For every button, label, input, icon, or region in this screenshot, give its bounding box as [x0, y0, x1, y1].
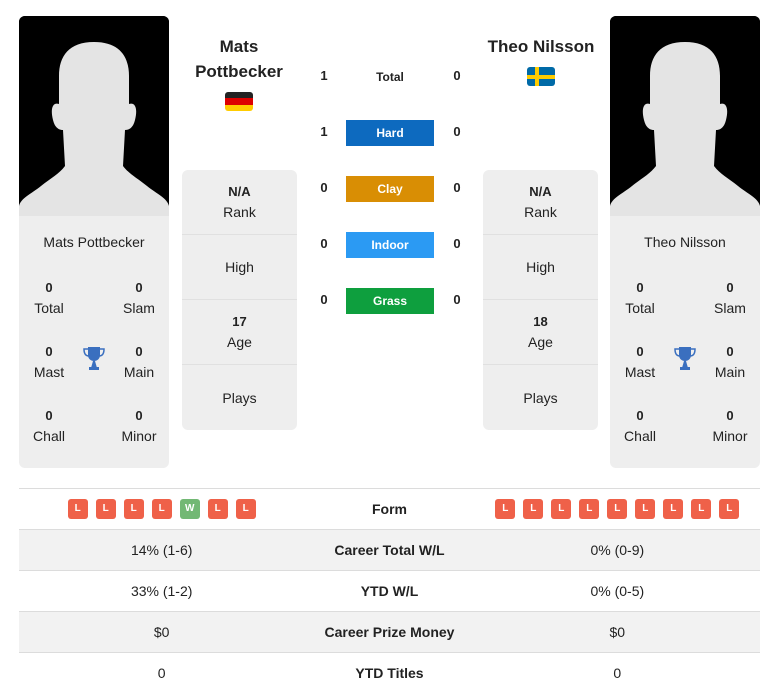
trophy-icon	[674, 347, 696, 370]
player2-age: 18 Age	[483, 300, 598, 365]
form-loss-badge[interactable]: L	[123, 499, 144, 519]
comparison-table: LLLLWLL Form LLLLLLLLL 14% (1-6) Career …	[19, 488, 760, 694]
form-loss-badge[interactable]: L	[719, 499, 740, 519]
ytd-titles-label: YTD Titles	[304, 652, 475, 694]
silhouette-icon	[610, 16, 760, 216]
player2-info: N/A Rank High 18 Age Plays	[483, 170, 598, 430]
player2-rank: N/A Rank	[483, 170, 598, 235]
player2-card-name: Theo Nilsson	[644, 234, 726, 250]
form-row: LLLLWLL Form LLLLLLLLL	[19, 488, 760, 530]
player2-photo	[610, 16, 760, 216]
form-loss-badge[interactable]: L	[551, 499, 572, 519]
ytd-titles-row: 0 YTD Titles 0	[19, 652, 760, 694]
form-loss-badge[interactable]: L	[523, 499, 544, 519]
h2h-left-total: 1	[320, 68, 328, 83]
form-win-badge[interactable]: W	[179, 499, 200, 519]
h2h-right-total: 0	[453, 68, 461, 83]
h2h-left-indoor: 0	[320, 236, 328, 251]
ytd-wl-label: YTD W/L	[304, 570, 475, 612]
form-loss-badge[interactable]: L	[607, 499, 628, 519]
player1-card-name: Mats Pottbecker	[43, 234, 145, 250]
surface-grass: Grass	[346, 288, 434, 314]
player2-form: LLLLLLLLL	[475, 499, 760, 519]
silhouette-icon	[19, 16, 169, 216]
player2-name[interactable]: Theo Nilsson	[466, 34, 616, 59]
form-loss-badge[interactable]: L	[691, 499, 712, 519]
h2h-right-clay: 0	[453, 180, 461, 195]
player2-chall-titles: 0 Chall	[624, 408, 656, 444]
h2h-right-grass: 0	[453, 292, 461, 307]
player2-career-wl: 0% (0-9)	[474, 529, 760, 571]
player2-slam-titles: 0 Slam	[714, 280, 746, 316]
prize-row: $0 Career Prize Money $0	[19, 611, 760, 653]
player1-career-wl: 14% (1-6)	[19, 529, 305, 571]
player2-ytd-wl: 0% (0-5)	[474, 570, 760, 612]
form-loss-badge[interactable]: L	[151, 499, 172, 519]
player1-main-titles: 0 Main	[123, 344, 155, 380]
h2h-right-hard: 0	[453, 124, 461, 139]
form-loss-badge[interactable]: L	[67, 499, 88, 519]
player1-mast-titles: 0 Mast	[33, 344, 65, 380]
surface-total: Total	[376, 70, 404, 84]
player2-plays: Plays	[523, 389, 558, 406]
player2-ytd-titles: 0	[474, 652, 760, 694]
player2-prize: $0	[474, 611, 760, 653]
player1-info: N/A Rank High 17 Age Plays	[182, 170, 297, 430]
form-loss-badge[interactable]: L	[235, 499, 256, 519]
form-loss-badge[interactable]: L	[95, 499, 116, 519]
player2-main-titles: 0 Main	[714, 344, 746, 380]
player2-minor-titles: 0 Minor	[712, 408, 748, 444]
form-loss-badge[interactable]: L	[207, 499, 228, 519]
form-loss-badge[interactable]: L	[635, 499, 656, 519]
player1-prize: $0	[19, 611, 305, 653]
player2-mast-titles: 0 Mast	[624, 344, 656, 380]
h2h-left-clay: 0	[320, 180, 328, 195]
form-label: Form	[304, 488, 475, 530]
player1-photo	[19, 16, 169, 216]
career-wl-label: Career Total W/L	[304, 529, 475, 571]
surface-hard: Hard	[346, 120, 434, 146]
form-loss-badge[interactable]: L	[495, 499, 516, 519]
surface-clay: Clay	[346, 176, 434, 202]
player1-ytd-titles: 0	[19, 652, 305, 694]
player1-minor-titles: 0 Minor	[121, 408, 157, 444]
germany-flag-icon	[225, 92, 253, 111]
player1-rank: N/A Rank	[182, 170, 297, 235]
sweden-flag-icon	[527, 67, 555, 86]
player1-chall-titles: 0 Chall	[33, 408, 65, 444]
player1-plays: Plays	[222, 389, 257, 406]
player1-card: Mats Pottbecker 0 Total 0 Slam 0 Mast 0 Main…	[19, 216, 169, 468]
player1-high: High	[182, 235, 297, 300]
player1-total-titles: 0 Total	[34, 280, 64, 316]
surface-indoor: Indoor	[346, 232, 434, 258]
player1-age: 17 Age	[182, 300, 297, 365]
h2h-left-hard: 1	[320, 124, 328, 139]
player1-name[interactable]: Mats Pottbecker	[164, 34, 314, 84]
trophy-icon	[83, 347, 105, 370]
form-loss-badge[interactable]: L	[663, 499, 684, 519]
player2-total-titles: 0 Total	[625, 280, 655, 316]
player1-form: LLLLWLL	[19, 499, 304, 519]
player2-high: High	[483, 235, 598, 300]
ytd-wl-row: 33% (1-2) YTD W/L 0% (0-5)	[19, 570, 760, 612]
form-loss-badge[interactable]: L	[579, 499, 600, 519]
career-wl-row: 14% (1-6) Career Total W/L 0% (0-9)	[19, 529, 760, 571]
player1-slam-titles: 0 Slam	[123, 280, 155, 316]
h2h-left-grass: 0	[320, 292, 328, 307]
player1-ytd-wl: 33% (1-2)	[19, 570, 305, 612]
h2h-right-indoor: 0	[453, 236, 461, 251]
prize-label: Career Prize Money	[304, 611, 475, 653]
player2-card: Theo Nilsson 0 Total 0 Slam 0 Mast 0 Main 0C…	[610, 216, 760, 468]
